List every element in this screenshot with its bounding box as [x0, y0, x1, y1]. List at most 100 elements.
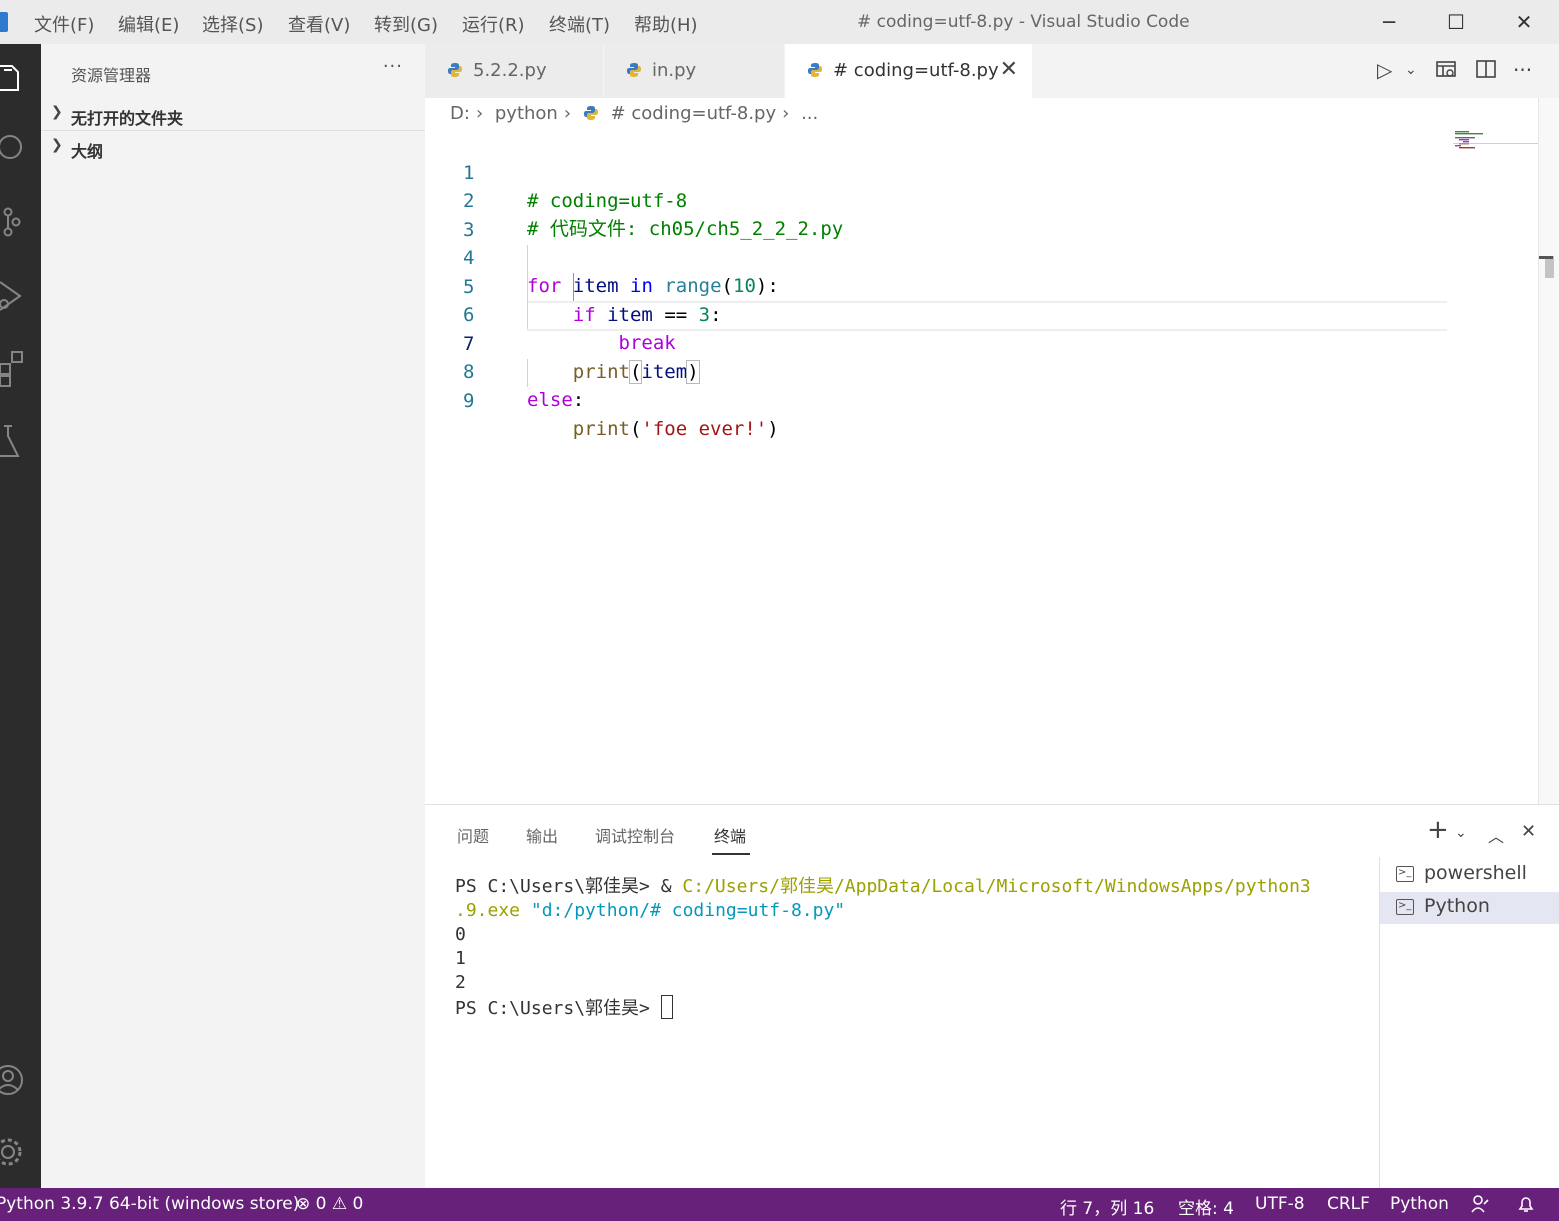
code-line: 8 else:: [425, 330, 1447, 411]
error-icon: ⊗: [296, 1194, 311, 1214]
testing-icon[interactable]: [0, 420, 41, 460]
indentation[interactable]: 空格: 4: [1178, 1194, 1234, 1219]
section-no-folder[interactable]: ❯ 无打开的文件夹: [41, 100, 425, 130]
tab-problems[interactable]: 问题: [457, 823, 489, 847]
code-line: 5 if item == 3:: [425, 245, 1447, 326]
terminal-prompt: PS C:\Users\郭佳昊>: [455, 998, 661, 1019]
menu-run[interactable]: 运行(R): [462, 11, 525, 37]
tab-debug-console[interactable]: 调试控制台: [595, 823, 675, 847]
error-count: 0: [315, 1194, 327, 1214]
chevron-right-icon: ›: [475, 103, 484, 124]
code-editor[interactable]: 1 # coding=utf-8 2 # 代码文件: ch05/ch5_2_2_…: [425, 131, 1538, 803]
tab-5-2-2-py[interactable]: 5.2.2.py: [425, 44, 603, 98]
line-ending[interactable]: CRLF: [1327, 1194, 1370, 1214]
terminal-item-python[interactable]: >_ Python: [1380, 892, 1559, 924]
notifications-bell-icon[interactable]: [1516, 1194, 1536, 1219]
cursor-position[interactable]: 行 7，列 16: [1060, 1194, 1154, 1219]
more-actions-icon[interactable]: ···: [1513, 58, 1532, 82]
maximize-button[interactable]: ☐: [1436, 8, 1476, 36]
close-window-button[interactable]: ✕: [1504, 8, 1544, 36]
breadcrumb-symbol[interactable]: ...: [801, 103, 818, 124]
chevron-down-icon[interactable]: ⌄: [1455, 825, 1467, 841]
terminal-item-powershell[interactable]: >_ powershell: [1380, 859, 1559, 891]
menu-view[interactable]: 查看(V): [288, 11, 350, 37]
chevron-right-icon: ›: [563, 103, 572, 124]
menu-terminal[interactable]: 终端(T): [549, 11, 610, 37]
feedback-icon[interactable]: [1470, 1194, 1490, 1219]
python-file-icon: [627, 63, 641, 77]
python-interpreter[interactable]: Python 3.9.7 64-bit (windows store): [0, 1194, 299, 1214]
section-label: 无打开的文件夹: [71, 109, 184, 128]
extensions-icon[interactable]: [0, 348, 41, 388]
code-line: 1 # coding=utf-8: [425, 131, 1447, 212]
warning-count: 0: [352, 1194, 364, 1214]
split-editor-icon[interactable]: [1475, 58, 1497, 85]
tab-coding-utf-8-py[interactable]: # coding=utf-8.py ✕: [785, 44, 1032, 98]
menu-edit[interactable]: 编辑(E): [118, 11, 179, 37]
cursor-position-marker: [1539, 256, 1553, 259]
code-line: 4 for item in range(10):: [425, 216, 1447, 297]
explorer-sidebar: 资源管理器 ··· ❯ 无打开的文件夹 ❯ 大纲: [41, 44, 425, 1188]
more-actions-button[interactable]: ···: [383, 56, 403, 77]
section-outline[interactable]: ❯ 大纲: [41, 133, 425, 163]
section-label: 大纲: [71, 142, 104, 161]
breadcrumb-drive[interactable]: D:: [450, 103, 470, 124]
close-tab-icon[interactable]: ✕: [1000, 57, 1018, 82]
search-icon[interactable]: [0, 129, 41, 169]
close-panel-icon[interactable]: ✕: [1521, 821, 1536, 842]
source-control-icon[interactable]: [0, 202, 41, 242]
terminal-item-label: powershell: [1424, 862, 1527, 884]
manage-gear-icon[interactable]: [0, 1132, 41, 1172]
code-line: 7 print(item): [425, 302, 1447, 384]
breadcrumb-file[interactable]: # coding=utf-8.py: [611, 103, 777, 124]
minimize-button[interactable]: ─: [1369, 8, 1409, 36]
python-file-icon: [808, 63, 822, 77]
tab-in-py[interactable]: in.py: [604, 44, 784, 98]
window-title: # coding=utf-8.py - Visual Studio Code: [857, 12, 1190, 32]
code-line: 3: [425, 188, 1447, 241]
divider: [41, 130, 425, 131]
terminal-item-label: Python: [1424, 895, 1490, 917]
bottom-panel: 问题 输出 调试控制台 终端 + ⌄ ︿ ✕ PS C:\Users\郭佳昊> …: [425, 804, 1559, 1189]
editor-vertical-scrollbar[interactable]: [1538, 98, 1559, 804]
terminal-amp: &: [660, 876, 683, 897]
language-mode[interactable]: Python: [1390, 1194, 1449, 1214]
terminal-output-line: 1: [455, 948, 466, 969]
breadcrumb: D: › python › # coding=utf-8.py › ...: [450, 103, 824, 124]
chevron-down-icon[interactable]: ⌄: [1405, 62, 1417, 78]
terminal-output-line: 2: [455, 972, 466, 993]
maximize-panel-icon[interactable]: ︿: [1488, 823, 1504, 847]
menu-file[interactable]: 文件(F): [34, 11, 94, 37]
terminal-icon: >_: [1396, 866, 1414, 882]
minimap[interactable]: [1453, 130, 1538, 150]
terminal-output[interactable]: PS C:\Users\郭佳昊> & C:/Users/郭佳昊/AppData/…: [455, 875, 1375, 1021]
tab-terminal[interactable]: 终端: [714, 823, 746, 847]
terminal-python-path-cont: .9.exe: [455, 900, 521, 921]
explorer-icon[interactable]: [0, 58, 41, 98]
editor-tab-bar: 5.2.2.py in.py # coding=utf-8.py ✕ ▷ ⌄ ·…: [425, 44, 1559, 98]
breadcrumb-folder[interactable]: python: [495, 103, 558, 124]
tab-label: 5.2.2.py: [473, 60, 547, 81]
accounts-icon[interactable]: [0, 1060, 41, 1100]
chevron-right-icon: ❯: [51, 104, 63, 120]
run-debug-icon[interactable]: [0, 274, 41, 314]
scrollbar-thumb[interactable]: [1545, 256, 1554, 278]
warning-icon: ⚠: [331, 1194, 348, 1214]
title-bar: 文件(F) 编辑(E) 选择(S) 查看(V) 转到(G) 运行(R) 终端(T…: [0, 0, 1559, 44]
problems-status[interactable]: ⊗ 0 ⚠ 0: [296, 1194, 363, 1214]
activity-bar: [0, 44, 41, 1188]
encoding[interactable]: UTF-8: [1255, 1194, 1305, 1214]
tab-output[interactable]: 输出: [526, 823, 558, 847]
open-preview-icon[interactable]: [1435, 58, 1457, 85]
menu-selection[interactable]: 选择(S): [202, 11, 263, 37]
terminal-prompt: PS C:\Users\郭佳昊>: [455, 876, 661, 897]
terminal-output-line: 0: [455, 924, 466, 945]
new-terminal-icon[interactable]: +: [1427, 815, 1449, 845]
terminal-python-path: C:/Users/郭佳昊/AppData/Local/Microsoft/Win…: [682, 876, 1311, 897]
code-line: 2 # 代码文件: ch05/ch5_2_2_2.py: [425, 159, 1447, 240]
terminal-list: >_ powershell >_ Python: [1379, 857, 1559, 1189]
menu-go[interactable]: 转到(G): [374, 11, 438, 37]
menu-help[interactable]: 帮助(H): [634, 11, 698, 37]
code-line: 9 print('foe ever!'): [425, 359, 1447, 440]
run-python-file-icon[interactable]: ▷: [1377, 58, 1392, 82]
